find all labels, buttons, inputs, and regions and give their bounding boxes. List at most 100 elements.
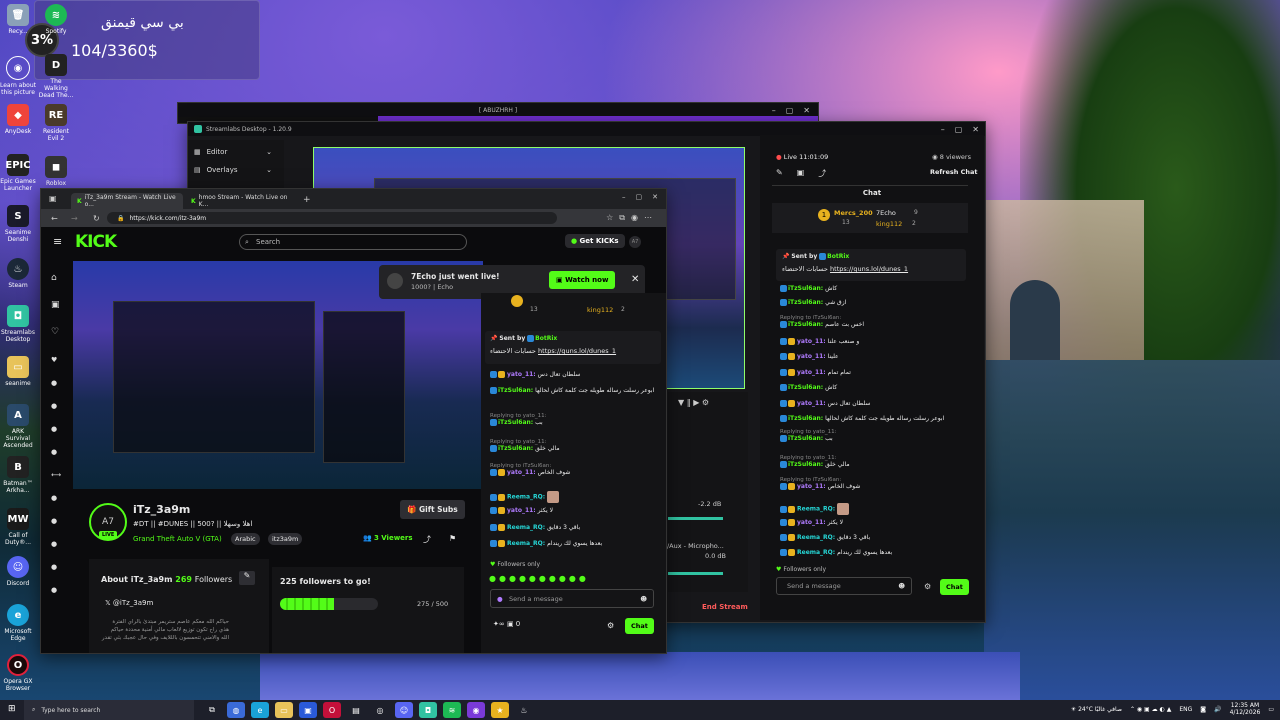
avatar[interactable]: A7 <box>629 236 641 248</box>
settings-gear-icon[interactable]: ⚙ <box>607 621 614 630</box>
send-message-input[interactable]: ● Send a message ☻ <box>490 589 654 608</box>
mixer-slider-1[interactable] <box>668 517 723 520</box>
mixer-slider-2[interactable] <box>668 572 723 575</box>
opera-gx-icon[interactable]: O <box>323 702 341 718</box>
game-link[interactable]: Grand Theft Auto V (GTA) <box>133 535 222 543</box>
menu-icon[interactable]: ≡ <box>53 235 62 248</box>
language-indicator[interactable]: ENG <box>1179 706 1192 713</box>
streamlabs-icon[interactable]: ◘ <box>419 702 437 718</box>
pinned-link[interactable]: https://guns.lol/dunes_1 <box>538 347 616 355</box>
streamer-name[interactable]: iTz_3a9m <box>133 503 190 516</box>
emote-bar[interactable]: ●●●●●●●●●● <box>489 574 659 584</box>
desktop-icon-edge[interactable]: e Microsoft Edge <box>0 604 36 642</box>
get-kicks-button[interactable]: ● Get KICKs <box>565 234 625 248</box>
tag-chip[interactable]: Arabic <box>231 533 260 545</box>
tag-chip[interactable]: itz3a9m <box>268 533 303 545</box>
notifications-icon[interactable]: ▭ <box>1268 706 1274 713</box>
heart-icon[interactable]: ♥ <box>51 349 61 372</box>
following-icon[interactable]: ♡ <box>51 319 60 346</box>
channel-avatar[interactable]: ● <box>51 510 61 533</box>
close-icon[interactable]: ✕ <box>631 274 639 285</box>
channel-avatar[interactable]: ● <box>51 487 61 510</box>
new-tab-icon[interactable]: + <box>303 195 311 205</box>
chrome-icon[interactable]: ◍ <box>227 702 245 718</box>
task-view-icon[interactable]: ⧉ <box>203 702 221 718</box>
spotify-icon[interactable]: ≋ <box>443 702 461 718</box>
channel-avatar[interactable]: ● <box>51 556 61 579</box>
channel-avatar[interactable]: ● <box>51 441 61 464</box>
pencil-icon[interactable]: ✎ <box>776 168 783 179</box>
desktop-icon-re2[interactable]: RE Resident Evil 2 <box>38 104 74 142</box>
discord-icon[interactable]: ☺ <box>395 702 413 718</box>
share-icon[interactable]: ⤴ <box>423 534 431 545</box>
emoji-icon[interactable]: ☻ <box>640 595 647 603</box>
refresh-chat-button[interactable]: Refresh Chat <box>930 168 978 176</box>
app-icon[interactable]: ★ <box>491 702 509 718</box>
store-icon[interactable]: ▣ <box>299 702 317 718</box>
desktop-icon-opera[interactable]: O Opera GX Browser <box>0 654 36 692</box>
sidebar-item-editor[interactable]: ▦ Editor ⌄ <box>194 148 282 156</box>
home-icon[interactable]: ⌂ <box>51 265 60 292</box>
desktop-icon-seanime-denshi[interactable]: S Seanime Denshi <box>0 205 36 243</box>
sidebar-item-overlays[interactable]: ▤ Overlays ⌄ <box>194 166 282 174</box>
emoji-icon[interactable]: ☻ <box>898 582 905 590</box>
reload-icon[interactable]: ↻ <box>93 214 100 223</box>
forward-icon[interactable]: → <box>71 214 78 223</box>
kicks-counter[interactable]: ✦∞ ▣ 0 <box>493 620 520 628</box>
desktop-icon-walking-dead[interactable]: D The Walking Dead The... <box>38 54 74 99</box>
clock[interactable]: 12:35 AM 4/12/2026 <box>1230 702 1261 716</box>
gift-subs-button[interactable]: 🎁 Gift Subs <box>400 500 465 519</box>
playback-controls[interactable]: ▼ ‖ ▶ ⚙ <box>678 398 709 407</box>
back-icon[interactable]: ← <box>51 214 58 223</box>
browser-toolbar-icons[interactable]: ☆⧉◉⋯ <box>606 213 658 223</box>
edge-icon[interactable]: e <box>251 702 269 718</box>
app-icon[interactable]: ◎ <box>371 702 389 718</box>
truck-icon[interactable]: ▣ <box>797 168 805 179</box>
chat-send-button[interactable]: Chat <box>940 579 969 595</box>
tab-actions-icon[interactable]: ▣ <box>49 194 57 203</box>
desktop-icon-batman[interactable]: B Batman™ Arkha... <box>0 456 36 494</box>
x-handle-link[interactable]: 𝕏 @iTz_3a9m <box>105 599 153 607</box>
desktop-icon-anydesk[interactable]: ◆ AnyDesk <box>0 104 36 135</box>
app-icon[interactable]: ◉ <box>467 702 485 718</box>
chat-send-button[interactable]: Chat <box>625 618 654 634</box>
desktop-icon-spotify[interactable]: ≋ Spotify <box>38 4 74 35</box>
desktop-icon-streamlabs[interactable]: ◘ Streamlabs Desktop <box>0 305 36 343</box>
end-stream-button[interactable]: End Stream <box>702 603 748 611</box>
desktop-icon-discord[interactable]: ☺ Discord <box>0 556 36 587</box>
taskbar-search[interactable]: ⌕ Type here to search <box>24 700 194 720</box>
tab-itz3a9m[interactable]: KiTz_3a9m Stream - Watch Live o... <box>71 193 183 209</box>
minimize-icon[interactable]: – <box>941 125 945 134</box>
minimize-icon[interactable]: – <box>772 106 776 115</box>
maximize-icon[interactable]: ▢ <box>786 106 794 115</box>
desktop-icon-ark[interactable]: A ARK Survival Ascended <box>0 404 36 449</box>
channel-avatar[interactable]: ● <box>51 372 61 395</box>
desktop-icon-cod[interactable]: MW Call of Duty®... <box>0 508 36 546</box>
network-icon[interactable]: ◙ <box>1200 706 1206 713</box>
desktop-icon-learn[interactable]: ◉ Learn about this picture <box>0 56 36 96</box>
expand-icon[interactable]: ⟷ <box>51 464 61 487</box>
desktop-icon-steam[interactable]: ♨ Steam <box>0 258 36 289</box>
minimize-icon[interactable]: – <box>622 193 626 201</box>
close-icon[interactable]: ✕ <box>803 106 810 115</box>
settings-gear-icon[interactable]: ⚙ <box>924 582 931 591</box>
channel-avatar[interactable]: ● <box>51 579 61 602</box>
pinned-link[interactable]: https://guns.lol/dunes_1 <box>830 265 908 273</box>
send-message-input[interactable]: Send a message ☻ <box>776 577 912 595</box>
file-explorer-icon[interactable]: ▭ <box>275 702 293 718</box>
close-icon[interactable]: ✕ <box>972 125 979 134</box>
url-field[interactable]: 🔒 https://kick.com/itz-3a9m <box>107 212 557 224</box>
desktop-icon-seanime[interactable]: ▭ seanime <box>0 356 36 387</box>
maximize-icon[interactable]: ▢ <box>636 193 643 201</box>
channel-avatar[interactable]: ● <box>51 418 61 441</box>
desktop-icon-epic[interactable]: EPIC Epic Games Launcher <box>0 154 36 192</box>
channel-avatar[interactable]: ● <box>51 533 61 556</box>
kick-search-input[interactable]: ⌕ Search <box>239 234 467 250</box>
watch-now-button[interactable]: ▣ Watch now <box>549 271 616 289</box>
maximize-icon[interactable]: ▢ <box>955 125 963 134</box>
tab-hmoo[interactable]: Khmoo Stream - Watch Live on K... <box>185 193 297 209</box>
share-icon[interactable]: ⤴ <box>818 168 826 179</box>
channel-avatar[interactable]: ● <box>51 395 61 418</box>
desktop-icon-recycle[interactable]: 🗑 Recy... <box>0 4 36 35</box>
weather[interactable]: ☀ 24°C صافي غالبًا <box>1071 706 1122 713</box>
